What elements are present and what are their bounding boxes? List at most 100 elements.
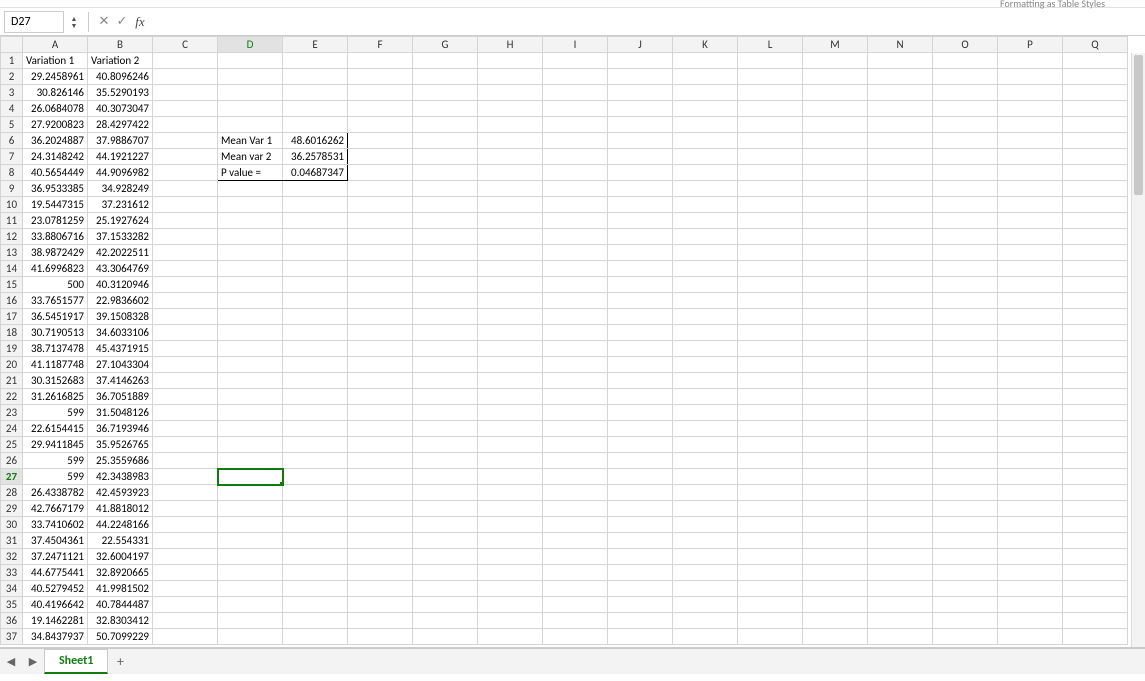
cell-K30[interactable]: [673, 517, 738, 533]
cell-P25[interactable]: [998, 437, 1063, 453]
cell-Q19[interactable]: [1063, 341, 1128, 357]
cell-F1[interactable]: [348, 53, 413, 69]
cell-E33[interactable]: [283, 565, 348, 581]
cell-P15[interactable]: [998, 277, 1063, 293]
row-header-2[interactable]: 2: [1, 69, 23, 85]
cell-O21[interactable]: [933, 373, 998, 389]
cell-M17[interactable]: [803, 309, 868, 325]
cell-M31[interactable]: [803, 533, 868, 549]
cell-K21[interactable]: [673, 373, 738, 389]
cell-L19[interactable]: [738, 341, 803, 357]
row-header-12[interactable]: 12: [1, 229, 23, 245]
cell-J13[interactable]: [608, 245, 673, 261]
cell-P23[interactable]: [998, 405, 1063, 421]
cell-M15[interactable]: [803, 277, 868, 293]
cell-J28[interactable]: [608, 485, 673, 501]
cell-C36[interactable]: [153, 613, 218, 629]
cell-P36[interactable]: [998, 613, 1063, 629]
cell-A30[interactable]: 33.7410602: [23, 517, 88, 533]
cell-N6[interactable]: [868, 133, 933, 149]
cell-P14[interactable]: [998, 261, 1063, 277]
cell-F36[interactable]: [348, 613, 413, 629]
row-header-6[interactable]: 6: [1, 133, 23, 149]
cell-F6[interactable]: [348, 133, 413, 149]
cell-I22[interactable]: [543, 389, 608, 405]
cell-K24[interactable]: [673, 421, 738, 437]
cell-F28[interactable]: [348, 485, 413, 501]
cell-Q15[interactable]: [1063, 277, 1128, 293]
cell-E36[interactable]: [283, 613, 348, 629]
cell-I26[interactable]: [543, 453, 608, 469]
cell-D35[interactable]: [218, 597, 283, 613]
cell-A23[interactable]: 599: [23, 405, 88, 421]
cell-C22[interactable]: [153, 389, 218, 405]
cell-G34[interactable]: [413, 581, 478, 597]
cell-H14[interactable]: [478, 261, 543, 277]
cell-K36[interactable]: [673, 613, 738, 629]
cell-I5[interactable]: [543, 117, 608, 133]
row-header-31[interactable]: 31: [1, 533, 23, 549]
cell-A34[interactable]: 40.5279452: [23, 581, 88, 597]
cell-B35[interactable]: 40.7844487: [88, 597, 153, 613]
cell-C14[interactable]: [153, 261, 218, 277]
cell-P10[interactable]: [998, 197, 1063, 213]
cell-Q10[interactable]: [1063, 197, 1128, 213]
cell-E9[interactable]: [283, 181, 348, 197]
cell-H19[interactable]: [478, 341, 543, 357]
select-all-corner[interactable]: [1, 37, 23, 53]
cell-J35[interactable]: [608, 597, 673, 613]
cell-E27[interactable]: [283, 469, 348, 485]
cell-H36[interactable]: [478, 613, 543, 629]
cell-D5[interactable]: [218, 117, 283, 133]
cell-H6[interactable]: [478, 133, 543, 149]
cell-F31[interactable]: [348, 533, 413, 549]
cell-H25[interactable]: [478, 437, 543, 453]
cell-H17[interactable]: [478, 309, 543, 325]
cell-Q34[interactable]: [1063, 581, 1128, 597]
cell-D29[interactable]: [218, 501, 283, 517]
cell-C33[interactable]: [153, 565, 218, 581]
cell-E11[interactable]: [283, 213, 348, 229]
cell-L5[interactable]: [738, 117, 803, 133]
cell-C12[interactable]: [153, 229, 218, 245]
cell-G17[interactable]: [413, 309, 478, 325]
row-header-22[interactable]: 22: [1, 389, 23, 405]
cell-K6[interactable]: [673, 133, 738, 149]
col-header-E[interactable]: E: [283, 37, 348, 53]
cell-I15[interactable]: [543, 277, 608, 293]
cell-C8[interactable]: [153, 165, 218, 181]
cell-M27[interactable]: [803, 469, 868, 485]
cell-Q6[interactable]: [1063, 133, 1128, 149]
cell-J14[interactable]: [608, 261, 673, 277]
cell-L33[interactable]: [738, 565, 803, 581]
cell-L2[interactable]: [738, 69, 803, 85]
cell-C34[interactable]: [153, 581, 218, 597]
cell-M3[interactable]: [803, 85, 868, 101]
cell-J7[interactable]: [608, 149, 673, 165]
cell-B9[interactable]: 34.928249: [88, 181, 153, 197]
cell-E5[interactable]: [283, 117, 348, 133]
row-header-33[interactable]: 33: [1, 565, 23, 581]
cell-G7[interactable]: [413, 149, 478, 165]
cell-G27[interactable]: [413, 469, 478, 485]
cell-N24[interactable]: [868, 421, 933, 437]
cell-N26[interactable]: [868, 453, 933, 469]
cell-L27[interactable]: [738, 469, 803, 485]
cell-B27[interactable]: 42.3438983: [88, 469, 153, 485]
cell-C9[interactable]: [153, 181, 218, 197]
cell-H9[interactable]: [478, 181, 543, 197]
cell-O2[interactable]: [933, 69, 998, 85]
cell-O35[interactable]: [933, 597, 998, 613]
cell-D12[interactable]: [218, 229, 283, 245]
sheet-tab[interactable]: Sheet1: [44, 649, 108, 674]
cell-I20[interactable]: [543, 357, 608, 373]
cell-K8[interactable]: [673, 165, 738, 181]
cell-H3[interactable]: [478, 85, 543, 101]
cell-Q27[interactable]: [1063, 469, 1128, 485]
cell-J18[interactable]: [608, 325, 673, 341]
cell-A11[interactable]: 23.0781259: [23, 213, 88, 229]
cell-P6[interactable]: [998, 133, 1063, 149]
add-sheet-icon[interactable]: +: [108, 653, 132, 670]
cell-G3[interactable]: [413, 85, 478, 101]
cell-E23[interactable]: [283, 405, 348, 421]
